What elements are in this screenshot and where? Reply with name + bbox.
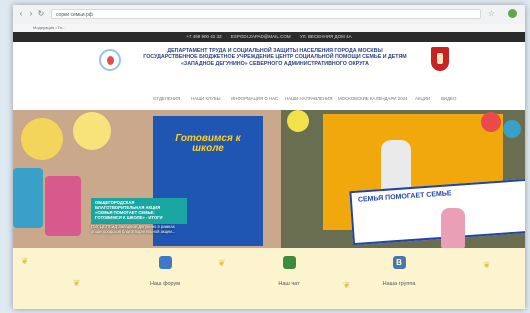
contact-bar: +7 499 900 42 33 ESPODI.ZAPAD@MAIL.COM У… [13, 32, 525, 42]
email-text[interactable]: ESPODI.ZAPAD@MAIL.COM [231, 34, 291, 39]
bookmark-item[interactable]: Модерация • Гл... [33, 25, 65, 30]
title-line: «ЗАПАДНОЕ ДЕГУНИНО» СЕВЕРНОГО АДМИНИСТРА… [180, 60, 370, 67]
nav-item-about[interactable]: ИНФОРМАЦИЯ О НАС [231, 96, 278, 101]
butterfly-icon: ❦ [73, 278, 81, 288]
center-logo-icon[interactable] [99, 49, 121, 71]
reload-icon[interactable]: ↻ [37, 10, 45, 18]
balloon-icon [481, 112, 501, 132]
footer-group-link[interactable]: B Наша группа [369, 256, 429, 290]
address-text: УЛ. ВЕСЕННЯЯ ДОМ 4А [299, 34, 352, 39]
forward-icon[interactable]: › [27, 10, 35, 18]
footer-forum-link[interactable]: Наш форум [135, 256, 195, 290]
slide-subtext: ГБУ ЦСПСиД Западное Дегунино в рамках об… [91, 224, 201, 234]
butterfly-icon: ❦ [343, 280, 351, 290]
decoration [21, 118, 63, 160]
phone-text[interactable]: +7 499 900 42 33 [186, 34, 221, 39]
decoration [45, 176, 81, 236]
main-nav: ОТДЕЛЕНИЯ НАШИ КЛУБЫ ИНФОРМАЦИЯ О НАС НА… [13, 90, 525, 110]
address-bar[interactable]: сорки семьи.рф [51, 9, 481, 19]
bookmarks-bar: Модерация • Гл... [13, 24, 525, 32]
back-icon[interactable]: ‹ [17, 10, 25, 18]
slide-photo-left: Готовимся к школе ОБЩЕГОРОДСКАЯ БЛАГОТВО… [13, 110, 281, 248]
butterfly-icon: ❦ [218, 258, 226, 268]
footer-chat-link[interactable]: Наш чат [259, 256, 319, 290]
moscow-crest-icon [431, 47, 449, 71]
nav-item-clubs[interactable]: НАШИ КЛУБЫ [191, 96, 221, 101]
nav-item-actions[interactable]: АКЦИИ [415, 96, 430, 101]
footer-forum-label: Наш форум [149, 281, 181, 287]
nav-item-directions[interactable]: НАШИ НАПРАВЛЕНИЯ [285, 96, 332, 101]
browser-window: ‹ › ↻ сорки семьи.рф ☆ Модерация • Гл...… [13, 5, 525, 309]
bookmark-star-icon[interactable]: ☆ [488, 9, 495, 18]
balloon-icon [287, 110, 309, 132]
slide-caption[interactable]: ОБЩЕГОРОДСКАЯ БЛАГОТВОРИТЕЛЬНАЯ АКЦИЯ «С… [91, 198, 187, 224]
chat-icon [282, 256, 296, 269]
decoration [73, 112, 111, 150]
vk-icon: B [392, 256, 406, 269]
balloon-icon [503, 120, 521, 138]
footer-group-label: Наша группа [382, 281, 416, 287]
extension-icon[interactable] [508, 9, 517, 18]
decoration [13, 168, 43, 228]
butterfly-icon: ❦ [21, 256, 29, 266]
forum-icon [158, 256, 172, 269]
child-figure [441, 208, 465, 248]
subtext-line: общегородской благотворительной акции... [91, 229, 176, 234]
banner-text: СЕМЬЯ ПОМОГАЕТ СЕМЬЕ [357, 190, 452, 204]
poster-title: Готовимся к школе [175, 133, 241, 154]
event-banner: СЕМЬЯ ПОМОГАЕТ СЕМЬЕ [349, 178, 525, 246]
browser-toolbar: ‹ › ↻ сорки семьи.рф ☆ [13, 5, 525, 25]
caption-line: ГОТОВИМСЯ К ШКОЛЕ» - ИТОГИ [95, 215, 163, 220]
nav-item-departments[interactable]: ОТДЕЛЕНИЯ [153, 96, 180, 101]
hero-slider[interactable]: Готовимся к школе ОБЩЕГОРОДСКАЯ БЛАГОТВО… [13, 110, 525, 248]
title-line: ГОСУДАРСТВЕННОЕ БЮДЖЕТНОЕ УЧРЕЖДЕНИЕ ЦЕН… [143, 54, 407, 61]
butterfly-icon: ❦ [483, 260, 491, 270]
page-title: ДЕПАРТАМЕНТ ТРУДА И СОЦИАЛЬНОЙ ЗАЩИТЫ НА… [125, 48, 425, 67]
footer-links: ❦ ❦ ❦ ❦ ❦ Наш форум Наш чат B Наша групп… [13, 248, 525, 309]
footer-chat-label: Наш чат [278, 281, 300, 287]
nav-item-video[interactable]: ВИДЕО [441, 96, 456, 101]
nav-item-calendars[interactable]: МОСКОВСКИЕ КАЛЕНДАРИ 2024 [338, 96, 408, 101]
slide-photo-right: СЕМЬЯ ПОМОГАЕТ СЕМЬЕ [281, 110, 525, 248]
site-header: ДЕПАРТАМЕНТ ТРУДА И СОЦИАЛЬНОЙ ЗАЩИТЫ НА… [13, 42, 525, 90]
